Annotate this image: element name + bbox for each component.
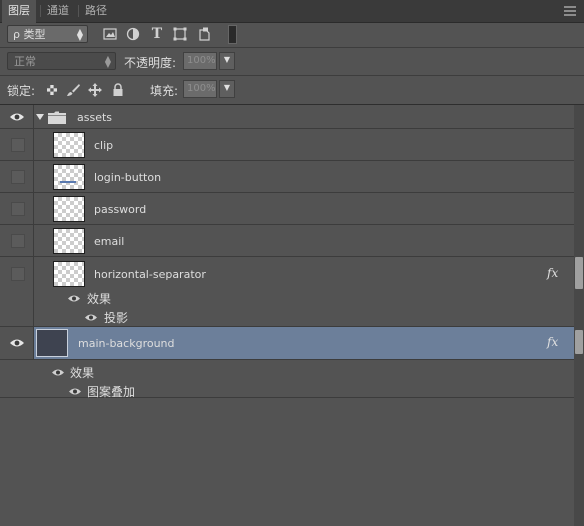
layer-row[interactable]: clip bbox=[0, 129, 574, 161]
lock-pixels-brush-icon[interactable] bbox=[65, 82, 81, 98]
layer-name: main-background bbox=[78, 337, 175, 350]
tab-paths[interactable]: 路径 bbox=[79, 0, 113, 22]
blend-mode-select[interactable]: 正常 ▲ ▼ bbox=[7, 52, 116, 70]
visibility-column bbox=[0, 225, 34, 256]
lock-transparency-icon[interactable] bbox=[44, 82, 60, 98]
layer-effects-fx-icon[interactable]: fx bbox=[547, 266, 558, 280]
effect-drop-shadow[interactable]: 投影 bbox=[104, 309, 128, 326]
layer-thumbnail[interactable] bbox=[53, 196, 85, 222]
layer-effects-list: 效果 图案叠加 bbox=[0, 360, 574, 400]
layer-name: email bbox=[94, 235, 125, 248]
chevron-updown-icon: ▲ ▼ bbox=[104, 54, 111, 69]
filter-type-select[interactable]: ρ 类型 ▲ ▼ bbox=[7, 25, 88, 43]
layer-name: password bbox=[94, 203, 147, 216]
layer-group-row[interactable]: assets bbox=[0, 105, 574, 129]
filter-type-label: ρ 类型 bbox=[13, 28, 46, 41]
eye-icon[interactable] bbox=[9, 338, 25, 348]
adjustment-filter-icon[interactable] bbox=[125, 26, 141, 42]
opacity-input[interactable]: 100% bbox=[183, 52, 217, 70]
effect-pattern-overlay[interactable]: 图案叠加 bbox=[87, 383, 135, 400]
chevron-updown-icon: ▲ ▼ bbox=[76, 27, 83, 42]
folder-icon bbox=[48, 111, 66, 124]
fill-label: 填充: bbox=[150, 84, 179, 98]
visibility-toggle-off[interactable] bbox=[11, 202, 25, 216]
scrollbar-thumb[interactable] bbox=[575, 330, 583, 354]
visibility-column bbox=[0, 105, 34, 128]
opacity-label: 不透明度: bbox=[124, 56, 177, 70]
smart-object-filter-icon[interactable] bbox=[197, 26, 213, 42]
eye-icon[interactable] bbox=[9, 112, 25, 122]
eye-icon[interactable] bbox=[51, 368, 65, 377]
lock-position-move-icon[interactable] bbox=[87, 82, 103, 98]
eye-icon[interactable] bbox=[67, 294, 81, 303]
type-filter-icon[interactable]: T bbox=[149, 26, 165, 42]
layer-thumbnail[interactable] bbox=[53, 228, 85, 254]
layer-thumbnail[interactable] bbox=[36, 329, 68, 357]
image-filter-icon[interactable] bbox=[102, 26, 118, 42]
panel-tab-bar: 图层 通道 路径 bbox=[0, 0, 584, 23]
fill-input[interactable]: 100% bbox=[183, 80, 217, 98]
visibility-column bbox=[0, 129, 34, 160]
tab-channels[interactable]: 通道 bbox=[41, 0, 75, 22]
layer-row[interactable]: password bbox=[0, 193, 574, 225]
visibility-column bbox=[0, 161, 34, 192]
layer-name: clip bbox=[94, 139, 114, 152]
layer-name: horizontal-separator bbox=[94, 268, 206, 281]
visibility-toggle-off[interactable] bbox=[11, 234, 25, 248]
layer-thumbnail[interactable] bbox=[53, 132, 85, 158]
fill-dropdown-button[interactable]: ▼ bbox=[219, 80, 235, 98]
layer-row[interactable]: login-button bbox=[0, 161, 574, 193]
blend-mode-value: 正常 bbox=[14, 55, 36, 68]
visibility-column bbox=[0, 257, 34, 326]
layers-list: assets clip login-button password email bbox=[0, 105, 584, 526]
visibility-column bbox=[0, 327, 34, 359]
divider bbox=[0, 75, 584, 76]
panel-menu-icon[interactable] bbox=[564, 6, 576, 16]
layer-thumbnail[interactable] bbox=[53, 164, 85, 190]
thumbnail-button-shape bbox=[60, 181, 76, 183]
layers-scrollbar[interactable] bbox=[574, 105, 584, 526]
eye-icon[interactable] bbox=[68, 387, 82, 396]
layer-row-selected[interactable]: main-background fx bbox=[0, 327, 574, 360]
visibility-toggle-off[interactable] bbox=[11, 170, 25, 184]
layer-name: login-button bbox=[94, 171, 162, 184]
layer-effects-fx-icon[interactable]: fx bbox=[547, 335, 558, 349]
visibility-toggle-off[interactable] bbox=[11, 138, 25, 152]
filter-toggle-switch[interactable] bbox=[228, 25, 237, 44]
opacity-dropdown-button[interactable]: ▼ bbox=[219, 52, 235, 70]
layer-thumbnail[interactable] bbox=[53, 261, 85, 287]
group-expand-triangle-icon[interactable] bbox=[36, 114, 44, 120]
shape-filter-icon[interactable] bbox=[172, 26, 188, 42]
eye-icon[interactable] bbox=[84, 313, 98, 322]
layer-name: assets bbox=[77, 111, 113, 124]
scrollbar-thumb[interactable] bbox=[575, 257, 583, 289]
effects-label: 效果 bbox=[70, 366, 95, 380]
lock-all-padlock-icon[interactable] bbox=[110, 82, 126, 98]
divider bbox=[0, 47, 584, 48]
effects-label: 效果 bbox=[87, 292, 112, 306]
visibility-column bbox=[0, 193, 34, 224]
visibility-toggle-off[interactable] bbox=[11, 267, 25, 281]
lock-label: 锁定: bbox=[7, 84, 36, 98]
layer-row[interactable]: horizontal-separator fx 效果 投影 bbox=[0, 257, 574, 327]
layer-row[interactable]: email bbox=[0, 225, 574, 257]
tab-layers[interactable]: 图层 bbox=[2, 0, 36, 23]
